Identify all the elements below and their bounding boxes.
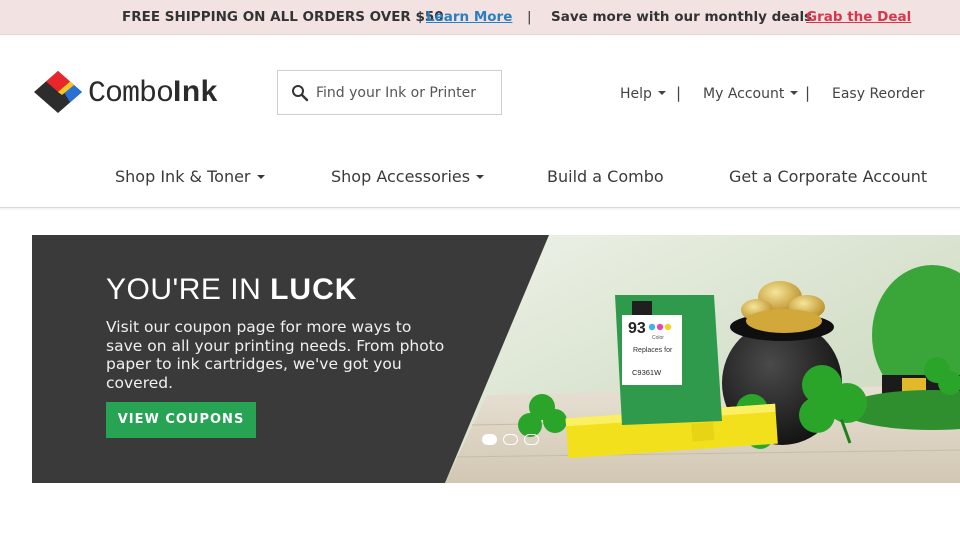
chevron-down-icon xyxy=(657,91,666,95)
my-account-label: My Account xyxy=(703,86,785,102)
monthly-deals-text: Save more with our monthly deals xyxy=(551,9,813,25)
promo-bar: FREE SHIPPING ON ALL ORDERS OVER $50 Lea… xyxy=(0,0,960,35)
site-header: ComboInk Help | My Account | Easy Reorde… xyxy=(0,35,960,208)
hero-heading: YOU'RE IN LUCK xyxy=(106,273,357,307)
cartridge-number: 93 xyxy=(628,320,646,337)
promo-separator: | xyxy=(527,9,532,25)
search-input[interactable] xyxy=(316,81,496,105)
nav-shop-accessories[interactable]: Shop Accessories xyxy=(331,167,485,187)
hero-heading-bold: LUCK xyxy=(270,273,358,306)
nav-corporate-account[interactable]: Get a Corporate Account xyxy=(729,167,927,187)
learn-more-link[interactable]: Learn More xyxy=(426,9,512,25)
chevron-down-icon xyxy=(476,174,485,179)
my-account-menu[interactable]: My Account xyxy=(703,85,799,103)
cartridge-replaces: Replaces for xyxy=(633,347,673,354)
hero-banner[interactable]: 93 Color Replaces for C9361W YOU'RE IN L… xyxy=(32,235,960,483)
search-box[interactable] xyxy=(277,70,502,115)
carousel-dot-3[interactable] xyxy=(524,434,539,445)
nav-build-a-combo[interactable]: Build a Combo xyxy=(547,167,664,187)
logo-word-ink: Ink xyxy=(173,75,218,108)
hero-heading-light: YOU'RE IN xyxy=(106,273,271,306)
chevron-down-icon xyxy=(256,174,265,179)
utility-separator: | xyxy=(805,84,811,102)
nav-shop-ink-toner[interactable]: Shop Ink & Toner xyxy=(115,167,265,187)
help-label: Help xyxy=(620,86,652,102)
utility-separator: | xyxy=(676,84,682,102)
logo-diamond-icon xyxy=(34,71,82,113)
comboink-logo[interactable]: ComboInk xyxy=(34,71,259,113)
nav-label: Shop Ink & Toner xyxy=(115,167,251,186)
logo-wordmark: ComboInk xyxy=(88,75,218,111)
logo-word-combo: Combo xyxy=(88,77,174,111)
hero-description: Visit our coupon page for more ways to s… xyxy=(106,318,445,392)
cartridge-sub: Color xyxy=(652,335,664,341)
help-menu[interactable]: Help xyxy=(620,85,666,103)
cartridge-model: C9361W xyxy=(632,368,662,377)
grab-the-deal-link[interactable]: Grab the Deal xyxy=(806,9,911,25)
carousel-dot-1[interactable] xyxy=(482,434,497,445)
easy-reorder-link[interactable]: Easy Reorder xyxy=(832,85,925,103)
carousel-dot-2[interactable] xyxy=(503,434,518,445)
nav-label: Shop Accessories xyxy=(331,167,471,186)
chevron-down-icon xyxy=(790,91,799,95)
view-coupons-button[interactable]: VIEW COUPONS xyxy=(106,402,256,438)
search-icon[interactable] xyxy=(291,84,309,102)
free-shipping-text: FREE SHIPPING ON ALL ORDERS OVER $50 xyxy=(122,9,444,25)
